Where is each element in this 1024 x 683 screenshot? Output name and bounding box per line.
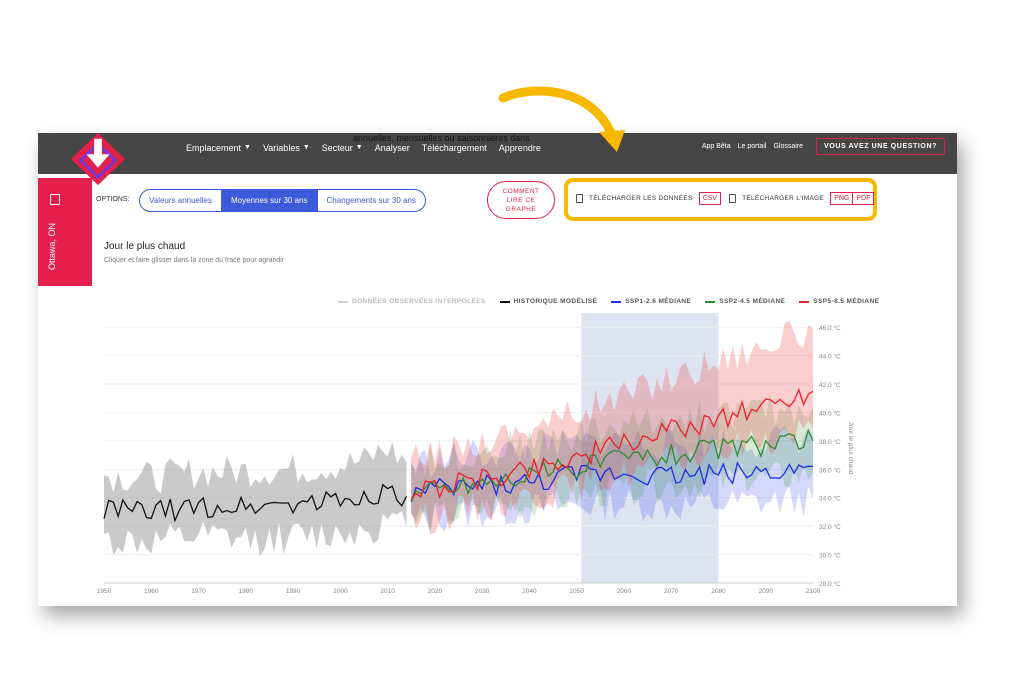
nav-item-4[interactable]: Téléchargement bbox=[422, 143, 487, 153]
nav-item-label: Emplacement bbox=[186, 142, 242, 153]
legend-swatch bbox=[799, 300, 810, 303]
options-toggle-group: Valeurs annuelles Moyennes sur 30 ans Chan… bbox=[139, 189, 426, 212]
legend-label: SSP5-8.5 MÉDIANE bbox=[813, 298, 880, 305]
nav-item-2[interactable]: Secteur ▼ bbox=[322, 143, 363, 153]
legend-label: DONNÉES OBSERVÉES INTERPOLÉES bbox=[352, 298, 486, 305]
options-label: OPTIONS: bbox=[96, 196, 130, 203]
chart-legend: DONNÉES OBSERVÉES INTERPOLÉES HISTORIQUE … bbox=[338, 298, 879, 305]
download-csv-button[interactable]: CSV bbox=[698, 192, 722, 205]
y-tick-label: 36.0 °C bbox=[819, 466, 841, 474]
ask-question-button[interactable]: VOUS AVEZ UNE QUESTION? bbox=[816, 138, 945, 155]
location-label: Ottawa, ON bbox=[47, 222, 57, 270]
document-download-icon bbox=[576, 194, 583, 203]
y-tick-label: 46.0 °C bbox=[819, 324, 841, 332]
y-tick-label: 38.0 °C bbox=[819, 438, 841, 446]
option-button-2[interactable]: Changements sur 30 ans bbox=[316, 190, 425, 211]
nav-item-1[interactable]: Variables ▼ bbox=[263, 143, 310, 153]
x-tick-label: 1970 bbox=[191, 588, 206, 595]
x-tick-label: 2050 bbox=[569, 588, 584, 595]
download-row: TÉLÉCHARGER LES DONNÉES CSV TÉLÉCHARGER … bbox=[576, 192, 875, 205]
legend-item[interactable]: SSP5-8.5 MÉDIANE bbox=[799, 298, 879, 305]
x-tick-label: 2010 bbox=[380, 588, 395, 595]
option-button-1[interactable]: Moyennes sur 30 ans bbox=[221, 190, 317, 211]
x-tick-label: 2080 bbox=[711, 588, 726, 595]
x-tick-label: 2060 bbox=[617, 588, 632, 595]
nav-item-3[interactable]: Analyser bbox=[375, 143, 410, 153]
y-tick-label: 40.0 °C bbox=[819, 409, 841, 417]
chart-plot[interactable]: 28.0 °C 30.0 °C 32.0 °C 34.0 °C 36.0 °C 38.0 … bbox=[38, 313, 957, 606]
nav-item-label: Variables bbox=[262, 142, 300, 153]
chart-title: Jour le plus chaud bbox=[104, 241, 186, 252]
x-tick-label: 1990 bbox=[286, 588, 301, 595]
how-to-read-chart-button[interactable]: COMMENT LIRE CE GRAPHE bbox=[487, 181, 555, 219]
x-tick-label: 2070 bbox=[664, 588, 679, 595]
y-tick-label: 44.0 °C bbox=[819, 353, 841, 361]
download-pdf-button[interactable]: PDF bbox=[853, 192, 875, 205]
legend-label: SSP1-2.6 MÉDIANE bbox=[625, 298, 692, 305]
secondary-nav-link-2[interactable]: Glossaire bbox=[773, 143, 803, 150]
legend-swatch bbox=[338, 300, 348, 303]
legend-swatch bbox=[499, 300, 510, 303]
caret-down-icon: ▼ bbox=[244, 144, 251, 151]
legend-item[interactable]: HISTORIQUE MODÉLISÉ bbox=[499, 298, 598, 305]
caret-down-icon: ▼ bbox=[302, 144, 310, 151]
legend-swatch bbox=[705, 300, 716, 303]
image-download-icon bbox=[729, 194, 737, 203]
nav-item-0[interactable]: Emplacement ▼ bbox=[186, 143, 251, 153]
nav-item-label: Téléchargement bbox=[421, 142, 487, 153]
x-tick-label: 1950 bbox=[97, 588, 112, 595]
nav-item-label: Analyser bbox=[374, 142, 410, 153]
app-window: Emplacement ▼ Variables ▼ Secteur ▼ Analyser Té… bbox=[38, 133, 957, 606]
x-tick-label: 2030 bbox=[475, 588, 490, 595]
legend-swatch bbox=[611, 300, 622, 303]
y-tick-label: 28.0 °C bbox=[819, 580, 841, 588]
option-button-0[interactable]: Valeurs annuelles bbox=[140, 190, 221, 211]
caret-down-icon: ▼ bbox=[355, 144, 363, 151]
x-tick-label: 1980 bbox=[239, 588, 254, 595]
download-png-button[interactable]: PNG bbox=[830, 192, 854, 205]
x-tick-label: 2000 bbox=[333, 588, 348, 595]
y-tick-label: 42.0 °C bbox=[819, 381, 841, 389]
location-pin-icon bbox=[50, 194, 60, 205]
secondary-nav-link-0[interactable]: App Bêta bbox=[702, 143, 731, 150]
download-image-label: TÉLÉCHARGER L'IMAGE bbox=[742, 195, 825, 202]
nav-item-label: Secteur bbox=[321, 142, 353, 153]
chart-subtitle: Cliquer et faire glisser dans la zone du… bbox=[104, 257, 285, 264]
image-format-group: PNG PDF bbox=[830, 192, 875, 205]
download-data-label: TÉLÉCHARGER LES DONNÉES bbox=[589, 195, 693, 202]
y-axis-label: Jour le plus chaud bbox=[847, 422, 854, 475]
x-tick-label: 1960 bbox=[144, 588, 159, 595]
legend-item[interactable]: SSP2-4.5 MÉDIANE bbox=[705, 298, 785, 305]
logo-icon[interactable] bbox=[68, 133, 128, 187]
y-tick-label: 30.0 °C bbox=[819, 552, 841, 560]
x-tick-label: 2100 bbox=[806, 588, 821, 595]
legend-item[interactable]: SSP1-2.6 MÉDIANE bbox=[611, 298, 691, 305]
legend-item[interactable]: DONNÉES OBSERVÉES INTERPOLÉES bbox=[338, 298, 486, 305]
x-tick-label: 2020 bbox=[428, 588, 443, 595]
y-tick-label: 34.0 °C bbox=[819, 495, 841, 503]
legend-label: SSP2-4.5 MÉDIANE bbox=[719, 298, 786, 305]
secondary-nav: App Bêta Le portail Glossaire VOUS AVEZ UNE… bbox=[702, 138, 945, 155]
legend-label: HISTORIQUE MODÉLISÉ bbox=[513, 298, 598, 305]
x-tick-label: 2040 bbox=[522, 588, 537, 595]
secondary-nav-link-1[interactable]: Le portail bbox=[738, 143, 767, 150]
y-tick-label: 32.0 °C bbox=[819, 523, 841, 531]
location-tab[interactable]: Ottawa, ON bbox=[38, 178, 92, 286]
annotation-arrow-icon bbox=[498, 86, 625, 152]
x-tick-label: 2090 bbox=[758, 588, 773, 595]
